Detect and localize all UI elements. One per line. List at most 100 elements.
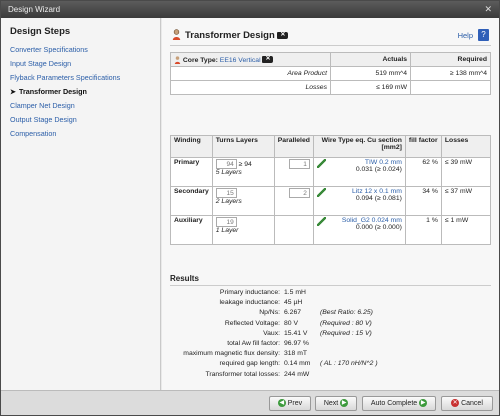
step-input-stage-design[interactable]: Input Stage Design bbox=[10, 57, 160, 71]
results-section: Results Primary inductance: 1.5 mH leakag… bbox=[170, 274, 491, 381]
result-row: maximum magnetic flux density: 318 mT bbox=[183, 350, 308, 358]
turns-cell: 94 ≥ 94 5 Layers bbox=[211, 157, 275, 187]
fill-cell: 62 % bbox=[404, 157, 442, 187]
turns-cell: 15 2 Layers bbox=[211, 186, 275, 216]
wire-icon[interactable] bbox=[316, 159, 326, 168]
footer-bar: ◀ Prev Next ▶ Auto Complete ▶ ✕ Cancel bbox=[1, 390, 499, 415]
window-title: Design Wizard bbox=[8, 5, 61, 14]
layers-label: 5 Layers bbox=[215, 169, 242, 176]
page-header: Transformer Design ✕ Help ? bbox=[170, 26, 491, 46]
result-row: Reflected Voltage: 80 V (Required : 80 V) bbox=[224, 319, 372, 327]
current-step-arrow-icon: ➤ bbox=[10, 87, 17, 96]
wire-section: 0.031 (≥ 0.024) bbox=[355, 166, 402, 173]
result-row: Vaux: 15.41 V (Required : 15 V) bbox=[263, 329, 372, 337]
windings-table: Winding Turns Layers Paralleled Wire Typ… bbox=[170, 135, 492, 245]
person-icon bbox=[172, 29, 181, 40]
result-row: Np/Ns: 6.267 (Best Ratio: 6.25) bbox=[259, 309, 373, 317]
turns-input[interactable]: 19 bbox=[215, 217, 237, 227]
col-required: Required bbox=[410, 52, 491, 67]
col-paralleled: Paralleled bbox=[273, 135, 314, 158]
paralleled-cell: 1 bbox=[273, 157, 314, 187]
title-bar: Design Wizard ✕ bbox=[1, 1, 499, 18]
paralleled-input[interactable]: 1 bbox=[288, 159, 310, 169]
wire-cell: TIW 0.2 mm 0.031 (≥ 0.024) bbox=[312, 157, 406, 187]
paralleled-cell: 2 bbox=[273, 186, 314, 216]
layers-label: 2 Layers bbox=[215, 198, 242, 205]
wire-type-link[interactable]: TIW 0.2 mm bbox=[365, 159, 402, 166]
row-label: Losses bbox=[170, 80, 331, 95]
table-row: Secondary 15 2 Layers 2 Litz 12 x 0.1 mm 0… bbox=[170, 186, 492, 216]
cell-required bbox=[410, 80, 491, 95]
col-fill: fill factor bbox=[404, 135, 442, 158]
table-row: Area Product 519 mm^4 ≥ 138 mm^4 bbox=[170, 66, 491, 81]
delete-icon[interactable]: ✕ bbox=[277, 31, 289, 39]
cancel-button[interactable]: ✕ Cancel bbox=[441, 396, 493, 411]
winding-name: Secondary bbox=[170, 186, 213, 216]
paralleled-input[interactable]: 2 bbox=[288, 188, 310, 198]
winding-name: Auxiliary bbox=[170, 215, 213, 245]
losses-cell: ≤ 1 mW bbox=[440, 215, 492, 245]
fill-cell: 1 % bbox=[404, 215, 442, 245]
cancel-icon: ✕ bbox=[451, 399, 460, 408]
result-row: total Aw fill factor: 96.97 % bbox=[227, 339, 309, 347]
close-icon[interactable]: ✕ bbox=[484, 1, 492, 18]
table-row: Primary 94 ≥ 94 5 Layers 1 TIW 0.2 mm 0.03… bbox=[170, 157, 492, 187]
step-compensation[interactable]: Compensation bbox=[10, 127, 160, 141]
turns-input[interactable]: 15 bbox=[215, 188, 237, 198]
design-wizard-window: Design Wizard ✕ Design Steps Converter S… bbox=[0, 0, 500, 416]
next-button[interactable]: Next ▶ bbox=[315, 396, 357, 411]
step-flyback-parameters[interactable]: Flyback Parameters Specifications bbox=[10, 71, 160, 85]
delete-icon[interactable]: ✕ bbox=[262, 56, 274, 63]
result-row: Transformer total losses: 244 mW bbox=[205, 370, 310, 378]
turns-required: ≥ 94 bbox=[238, 161, 252, 168]
result-row: required gap length: 0.14 mm( AL : 170 nH… bbox=[219, 360, 378, 368]
cell-actual: ≤ 169 mW bbox=[330, 80, 411, 95]
step-converter-specifications[interactable]: Converter Specifications bbox=[10, 43, 160, 57]
cell-required: ≥ 138 mm^4 bbox=[410, 66, 491, 81]
col-winding: Winding bbox=[170, 135, 213, 158]
arrow-right-icon: ▶ bbox=[340, 399, 349, 408]
table-row: Auxiliary 19 1 Layer Solid_G2 0.024 mm 0.0… bbox=[170, 215, 492, 245]
paralleled-cell bbox=[273, 215, 314, 245]
wire-cell: Solid_G2 0.024 mm 0.000 (≥ 0.000) bbox=[312, 215, 406, 245]
fast-forward-icon: ▶ bbox=[419, 399, 428, 408]
wire-icon[interactable] bbox=[316, 217, 326, 226]
auto-complete-button[interactable]: Auto Complete ▶ bbox=[362, 396, 436, 411]
arrow-left-icon: ◀ bbox=[277, 399, 286, 408]
prev-button[interactable]: ◀ Prev bbox=[269, 396, 311, 411]
wire-type-link[interactable]: Litz 12 x 0.1 mm bbox=[352, 188, 402, 195]
result-row: leakage inductance: 45 µH bbox=[219, 299, 303, 307]
help-icon[interactable]: ? bbox=[478, 29, 489, 41]
losses-cell: ≤ 37 mW bbox=[440, 186, 492, 216]
row-label: Area Product bbox=[170, 66, 331, 81]
core-type-label: Core Type: bbox=[182, 56, 218, 64]
wire-cell: Litz 12 x 0.1 mm 0.094 (≥ 0.081) bbox=[312, 186, 406, 216]
losses-cell: ≤ 39 mW bbox=[440, 157, 492, 187]
turns-cell: 19 1 Layer bbox=[211, 215, 275, 245]
wire-icon[interactable] bbox=[316, 188, 326, 197]
step-transformer-design[interactable]: ➤ Transformer Design bbox=[10, 85, 160, 99]
main-panel: Transformer Design ✕ Help ? Core Type: E… bbox=[162, 18, 499, 390]
step-clamper-net-design[interactable]: Clamper Net Design bbox=[10, 99, 160, 113]
wire-section: 0.094 (≥ 0.081) bbox=[355, 195, 402, 202]
page-title: Transformer Design ✕ bbox=[185, 30, 289, 41]
turns-input[interactable]: 94 bbox=[215, 159, 237, 169]
core-table: Core Type: EE16 Vertical ✕ Actuals Requi… bbox=[170, 52, 491, 95]
help-link[interactable]: Help bbox=[458, 31, 473, 40]
col-actuals: Actuals bbox=[330, 52, 411, 67]
results-heading: Results bbox=[170, 274, 491, 286]
fill-cell: 34 % bbox=[404, 186, 442, 216]
winding-name: Primary bbox=[170, 157, 213, 187]
col-losses: Losses bbox=[440, 135, 492, 158]
layers-label: 1 Layer bbox=[215, 227, 239, 234]
table-row: Losses ≤ 169 mW bbox=[170, 80, 491, 95]
step-output-stage-design[interactable]: Output Stage Design bbox=[10, 113, 160, 127]
col-turns: Turns Layers bbox=[211, 135, 275, 158]
sidebar: Design Steps Converter Specifications In… bbox=[1, 18, 161, 390]
cell-actual: 519 mm^4 bbox=[330, 66, 411, 81]
core-type-cell: Core Type: EE16 Vertical ✕ bbox=[170, 52, 331, 67]
person-icon bbox=[174, 55, 181, 64]
result-row: Primary inductance: 1.5 mH bbox=[219, 289, 306, 296]
core-type-value[interactable]: EE16 Vertical bbox=[220, 56, 261, 63]
wire-type-link[interactable]: Solid_G2 0.024 mm bbox=[342, 217, 402, 224]
